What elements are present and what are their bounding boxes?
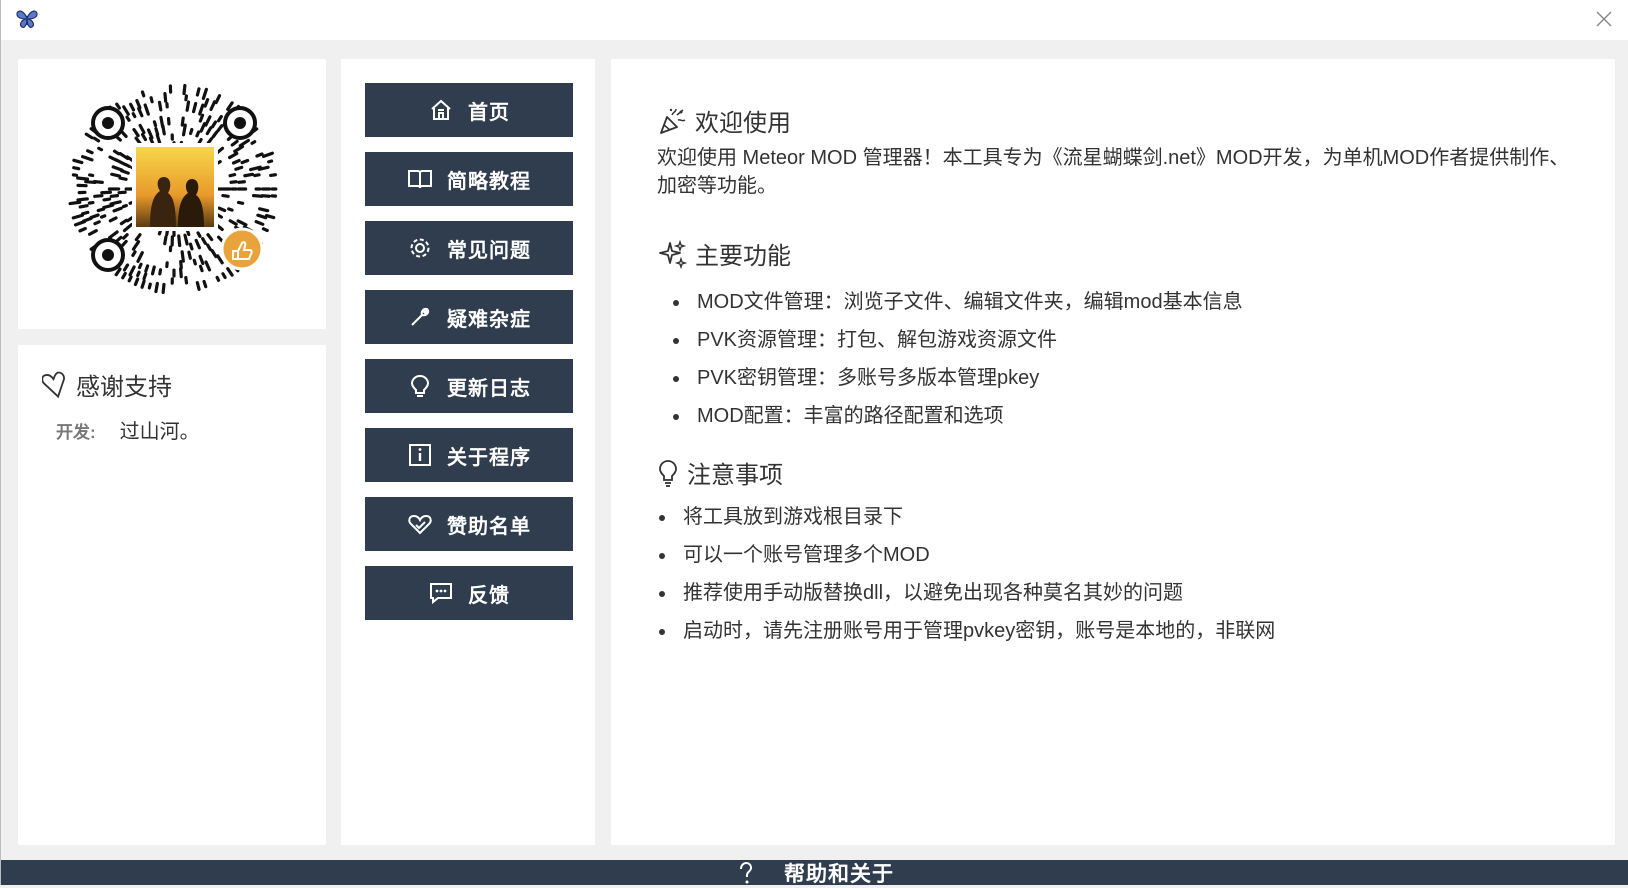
wrench-icon <box>407 304 433 330</box>
help-about-label: 帮助和关于 <box>784 858 894 888</box>
close-icon <box>1596 11 1612 27</box>
qr-code-image <box>68 83 280 295</box>
lightbulb-icon <box>407 373 433 399</box>
sparkle-icon <box>657 239 687 269</box>
thanks-heading: 感谢支持 <box>42 367 172 402</box>
nav-about-label: 关于程序 <box>447 441 531 470</box>
gear-icon <box>407 235 433 261</box>
developer-label: 开发: <box>56 418 96 443</box>
content-panel: 欢迎使用 欢迎使用 Meteor MOD 管理器！本工具专为《流星蝴蝶剑.net… <box>611 59 1615 845</box>
welcome-heading: 欢迎使用 <box>657 103 1577 138</box>
nav-sponsors-label: 赞助名单 <box>447 510 531 539</box>
welcome-title: 欢迎使用 <box>695 103 791 138</box>
nav-faq-button[interactable]: 常见问题 <box>365 221 573 275</box>
chat-icon <box>428 580 454 606</box>
lightbulb-icon <box>657 458 679 488</box>
info-icon <box>407 442 433 468</box>
close-button[interactable] <box>1589 4 1619 34</box>
help-about-bar[interactable]: 帮助和关于 <box>1 860 1628 885</box>
party-popper-icon <box>657 106 687 136</box>
welcome-text: 欢迎使用 Meteor MOD 管理器！本工具专为《流星蝴蝶剑.net》MOD开… <box>657 144 1577 200</box>
nav-about-button[interactable]: 关于程序 <box>365 428 573 482</box>
thanks-title: 感谢支持 <box>76 367 172 402</box>
list-item: 推荐使用手动版替换dll，以避免出现各种莫名其妙的问题 <box>657 574 1577 612</box>
nav-troubleshoot-button[interactable]: 疑难杂症 <box>365 290 573 344</box>
question-icon <box>736 861 756 885</box>
book-icon <box>407 166 433 192</box>
nav-sponsors-button[interactable]: 赞助名单 <box>365 497 573 551</box>
nav-feedback-label: 反馈 <box>468 579 510 608</box>
list-item: MOD配置：丰富的路径配置和选项 <box>671 397 1577 435</box>
nav-troubleshoot-label: 疑难杂症 <box>447 303 531 332</box>
developer-row: 开发: 过山河。 <box>56 415 200 444</box>
list-item: 将工具放到游戏根目录下 <box>657 498 1577 536</box>
nav-changelog-button[interactable]: 更新日志 <box>365 359 573 413</box>
features-heading: 主要功能 <box>657 236 1577 271</box>
nav-home-button[interactable]: 首页 <box>365 83 573 137</box>
nav-panel: 首页 简略教程 常见问题 疑难杂症 <box>341 59 595 845</box>
nav-home-label: 首页 <box>468 96 510 125</box>
list-item: 启动时，请先注册账号用于管理pvkey密钥，账号是本地的，非联网 <box>657 612 1577 650</box>
features-title: 主要功能 <box>695 236 791 271</box>
developer-name: 过山河。 <box>120 415 200 444</box>
nav-list: 首页 简略教程 常见问题 疑难杂症 <box>365 83 573 635</box>
app-window: 感谢支持 开发: 过山河。 首页 简略教程 <box>0 0 1628 885</box>
list-item: PVK资源管理：打包、解包游戏资源文件 <box>671 321 1577 359</box>
features-list: MOD文件管理：浏览子文件、编辑文件夹，编辑mod基本信息 PVK资源管理：打包… <box>671 283 1577 435</box>
qr-card <box>18 59 326 329</box>
notes-heading: 注意事项 <box>657 455 1577 490</box>
list-item: 可以一个账号管理多个MOD <box>657 536 1577 574</box>
title-bar <box>1 0 1628 40</box>
nav-changelog-label: 更新日志 <box>447 372 531 401</box>
list-item: PVK密钥管理：多账号多版本管理pkey <box>671 359 1577 397</box>
home-icon <box>428 97 454 123</box>
butterfly-icon <box>15 8 39 30</box>
notes-list: 将工具放到游戏根目录下 可以一个账号管理多个MOD 推荐使用手动版替换dll，以… <box>657 498 1577 650</box>
heart-outline-icon <box>42 370 68 400</box>
list-item: MOD文件管理：浏览子文件、编辑文件夹，编辑mod基本信息 <box>671 283 1577 321</box>
notes-title: 注意事项 <box>687 455 783 490</box>
content-body: 欢迎使用 欢迎使用 Meteor MOD 管理器！本工具专为《流星蝴蝶剑.net… <box>657 103 1577 650</box>
heart-hand-icon <box>407 511 433 537</box>
nav-tutorial-label: 简略教程 <box>447 165 531 194</box>
thanks-card: 感谢支持 开发: 过山河。 <box>18 345 326 845</box>
nav-feedback-button[interactable]: 反馈 <box>365 566 573 620</box>
nav-faq-label: 常见问题 <box>447 234 531 263</box>
nav-tutorial-button[interactable]: 简略教程 <box>365 152 573 206</box>
